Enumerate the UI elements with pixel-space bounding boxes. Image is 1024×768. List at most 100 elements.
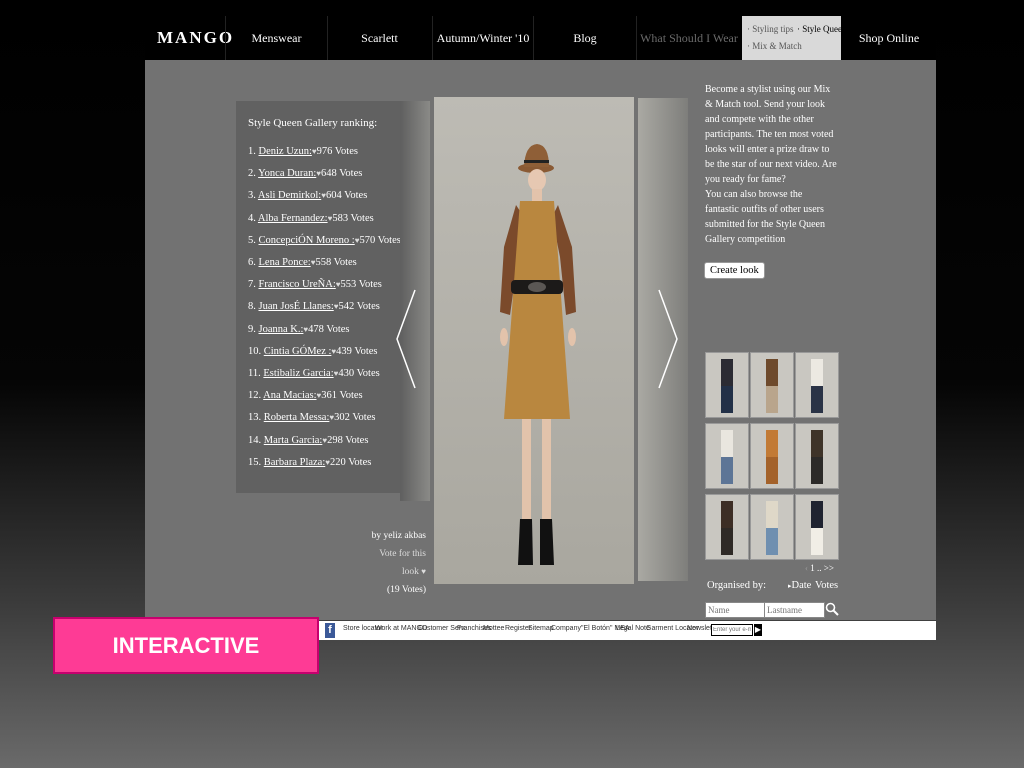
sort-by-date[interactable]: ▸Date [788,580,811,591]
create-look-button[interactable]: Create look [704,262,765,279]
ranking-user-link[interactable]: Estibaliz Garcia: [263,368,333,379]
sort-by-votes[interactable]: Votes [815,580,838,591]
ranking-user-link[interactable]: Alba Fernandez: [258,213,328,224]
votes-word: Votes [334,146,358,157]
look-thumbnail[interactable] [750,494,794,560]
ranking-user-link[interactable]: Yonca Duran: [258,168,316,179]
votes-word: Votes [356,368,380,379]
ranking-panel: Style Queen Gallery ranking: 1. Deniz Uz… [236,101,401,493]
ranking-position: 7. [248,279,256,291]
thumbnail-figure-image [721,430,733,484]
ranking-user-link[interactable]: Francisco UreÑA: [259,279,336,290]
vote-label: Vote for this look [379,549,426,577]
votes-word: Votes [348,456,372,468]
ranking-user-link[interactable]: Roberta Messa: [264,412,330,423]
ranking-position: 12. [248,390,262,402]
ranking-position: 10. [248,345,262,357]
look-thumbnail[interactable] [705,352,749,418]
ranking-user-link[interactable]: Barbara Plaza: [264,457,326,468]
ranking-row: 6. Lena Ponce:♥558 Votes [248,257,357,268]
look-thumbnail[interactable] [795,494,839,560]
ranking-position: 11. [248,368,261,379]
pager-prev[interactable]: ‹ [805,563,808,573]
intro-paragraph-2: You can also browse the fantastic outfit… [705,189,825,245]
thumbnail-figure-image [721,501,733,555]
look-thumbnail[interactable] [795,423,839,489]
votes-word: Votes [339,390,363,402]
votes-word: Votes [358,279,382,291]
votes-word: Votes [344,190,368,202]
ranking-user-link[interactable]: ConcepciÓN Moreno : [259,235,355,246]
look-thumbnail[interactable] [750,423,794,489]
ranking-vote-count: 302 [334,412,350,424]
ranking-vote-count: 570 [359,234,376,246]
footer-link[interactable]: Legal Note [616,625,650,632]
nav-blog[interactable]: Blog [534,16,637,60]
nav-what-should-i-wear[interactable]: What Should I Wear [637,16,741,60]
search-icon[interactable] [825,602,839,616]
footer-link[interactable]: Company [551,625,581,632]
sub-mix-match[interactable]: · Mix & Match [747,41,802,51]
votes-word: Votes [352,412,376,424]
nav-menswear[interactable]: Menswear [225,16,328,60]
votes-word: Votes [345,434,369,446]
ranking-user-link[interactable]: Asli Demirkol: [258,190,321,201]
look-thumbnail[interactable] [705,494,749,560]
interactive-badge-label: INTERACTIVE [112,633,260,658]
name-filter-input[interactable] [705,602,766,618]
ranking-position: 14. [248,434,262,446]
nav-autumn-winter[interactable]: Autumn/Winter '10 [433,16,534,60]
facebook-icon[interactable]: f [325,623,335,638]
lastname-filter-input[interactable] [764,602,825,618]
ranking-position: 6. [248,257,256,268]
votes-word: Votes [333,257,357,268]
nav-shop-online[interactable]: Shop Online [842,16,936,60]
ranking-vote-count: 220 [330,456,346,468]
interactive-badge: INTERACTIVE [53,617,319,674]
sub-styling-tips[interactable]: · Styling tips [747,24,794,34]
ranking-vote-count: 558 [315,257,332,268]
ranking-row: 15. Barbara Plaza:♥220 Votes [248,457,371,468]
ranking-user-link[interactable]: Ana Macias: [263,390,316,401]
ranking-position: 8. [248,301,256,313]
thumbnail-figure-image [811,359,823,413]
ranking-vote-count: 478 [308,323,324,335]
footer-link[interactable]: Sitemap [528,625,554,632]
ranking-user-link[interactable]: Joanna K.: [259,324,304,335]
ranking-position: 2. [248,168,256,180]
carousel-next-arrow-icon[interactable] [655,288,681,390]
ranking-user-link[interactable]: Lena Ponce: [259,257,311,268]
pager-page[interactable]: 1 [810,563,815,573]
ranking-user-link[interactable]: Marta Garcia: [264,435,323,446]
ranking-user-link[interactable]: Cintia GÓMez : [264,346,332,357]
look-thumbnail[interactable] [705,423,749,489]
look-thumbnail[interactable] [750,352,794,418]
thumbnail-figure-image [811,430,823,484]
ranking-row: 10. Cintia GÓMez :♥439 Votes [248,346,378,357]
carousel-prev-arrow-icon[interactable] [393,288,419,390]
model-figure-image [500,144,576,565]
vote-for-look-link[interactable]: Vote for this look ♥ [364,545,426,581]
intro-paragraph-1: Become a stylist using our Mix & Match t… [705,84,837,185]
ranking-vote-count: 583 [332,212,349,224]
sub-style-queen[interactable]: · Style Queen [797,24,847,34]
pager-next[interactable]: >> [824,563,834,573]
newsletter-email-input[interactable] [711,624,753,636]
organised-by-label: Organised by: [707,580,767,591]
mango-logo[interactable]: MANGO [157,16,234,60]
ranking-user-link[interactable]: Juan JosÉ Llanes: [259,301,334,312]
ranking-vote-count: 439 [336,345,352,357]
ranking-row: 13. Roberta Messa:♥302 Votes [248,412,375,423]
look-thumbnail[interactable] [795,352,839,418]
heart-icon: ♥ [421,567,426,576]
nav-scarlett[interactable]: Scarlett [327,16,433,60]
ranking-row: 4. Alba Fernandez:♥583 Votes [248,213,374,224]
ranking-row: 8. Juan JosÉ Llanes:♥542 Votes [248,301,380,312]
ranking-vote-count: 542 [338,301,355,313]
ranking-position: 3. [248,190,256,202]
thumbnail-figure-image [766,430,778,484]
gallery-pager: ‹ 1 .. >> [805,563,834,573]
footer-link[interactable]: Mottee [483,625,504,632]
ranking-user-link[interactable]: Deniz Uzun: [259,146,312,157]
newsletter-submit-arrow-icon[interactable]: ▶ [754,624,762,636]
